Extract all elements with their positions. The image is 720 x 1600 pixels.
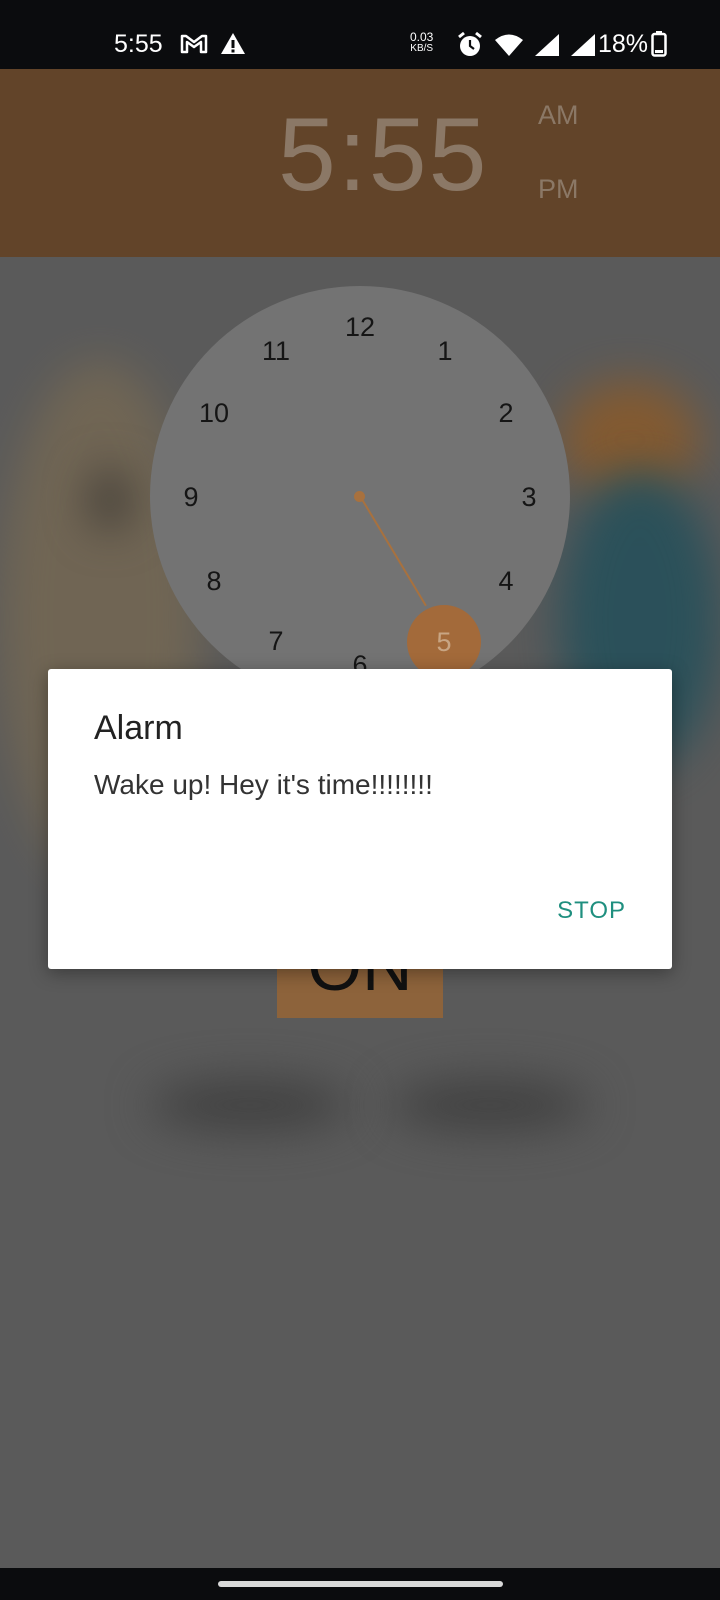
background-blur: [150, 1080, 350, 1130]
clock-number[interactable]: 7: [251, 626, 301, 657]
background-blur: [90, 470, 130, 530]
clock-number[interactable]: 8: [189, 566, 239, 597]
status-time: 5:55: [114, 30, 163, 58]
gmail-icon: [180, 32, 208, 61]
selected-number[interactable]: 5: [407, 605, 481, 679]
signal-icon: [570, 33, 596, 62]
pm-toggle[interactable]: PM: [538, 174, 579, 205]
clock-number[interactable]: 12: [335, 312, 385, 343]
status-bar: 5:55 0.03 KB/S 18%: [0, 0, 720, 69]
navigation-bar: [0, 1568, 720, 1600]
clock-number[interactable]: 4: [481, 566, 531, 597]
clock-hand-pivot: [354, 491, 365, 502]
home-gesture-handle[interactable]: [218, 1581, 503, 1587]
clock-number[interactable]: 2: [481, 398, 531, 429]
net-speed-unit: KB/S: [410, 43, 434, 54]
stop-button[interactable]: STOP: [557, 897, 626, 925]
clock-number[interactable]: 11: [251, 336, 301, 367]
warning-icon: [220, 32, 246, 61]
dialog-message: Wake up! Hey it's time!!!!!!!!: [94, 769, 433, 800]
battery-icon: [651, 31, 667, 62]
net-speed-value: 0.03: [410, 30, 434, 44]
network-speed: 0.03 KB/S: [410, 31, 433, 55]
clock-number[interactable]: 9: [166, 482, 216, 513]
background-blur: [390, 1080, 590, 1130]
wifi-icon: [494, 33, 524, 62]
alarm-dialog: Alarm Wake up! Hey it's time!!!!!!!! STO…: [48, 669, 672, 969]
am-toggle[interactable]: AM: [538, 100, 579, 131]
clock-number[interactable]: 10: [189, 398, 239, 429]
alarm-icon: [456, 31, 484, 64]
battery-percent: 18%: [598, 30, 649, 58]
clock-number[interactable]: 1: [420, 336, 470, 367]
clock-number[interactable]: 3: [504, 482, 554, 513]
selected-time[interactable]: 5:55: [278, 96, 488, 215]
dialog-title: Alarm: [94, 709, 183, 747]
signal-icon: [534, 33, 560, 62]
